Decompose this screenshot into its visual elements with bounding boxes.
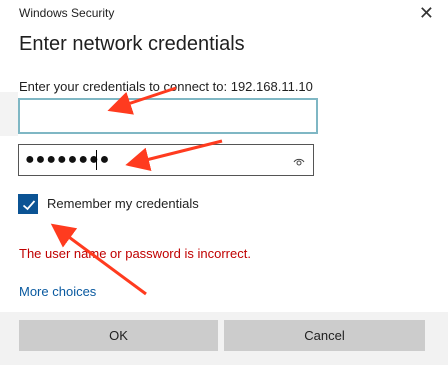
password-masked-value: ●●●●●●●●	[25, 151, 111, 168]
close-icon[interactable]: ✕	[419, 4, 434, 22]
checkmark-icon	[22, 200, 36, 211]
window-title: Windows Security	[19, 6, 115, 20]
connect-prompt: Enter your credentials to connect to: 19…	[19, 79, 313, 94]
left-shade	[0, 92, 18, 136]
more-choices-link[interactable]: More choices	[19, 284, 96, 299]
credentials-dialog: Windows Security ✕ Enter network credent…	[0, 0, 448, 365]
error-message: The user name or password is incorrect.	[19, 246, 251, 261]
remember-label: Remember my credentials	[47, 196, 199, 211]
cancel-button[interactable]: Cancel	[224, 320, 425, 351]
eye-icon[interactable]	[293, 154, 305, 172]
password-field[interactable]: ●●●●●●●●	[18, 144, 314, 176]
username-field[interactable]	[18, 98, 318, 134]
ok-button[interactable]: OK	[19, 320, 218, 351]
remember-checkbox[interactable]	[18, 194, 38, 214]
text-caret	[96, 150, 97, 170]
dialog-heading: Enter network credentials	[19, 33, 245, 55]
